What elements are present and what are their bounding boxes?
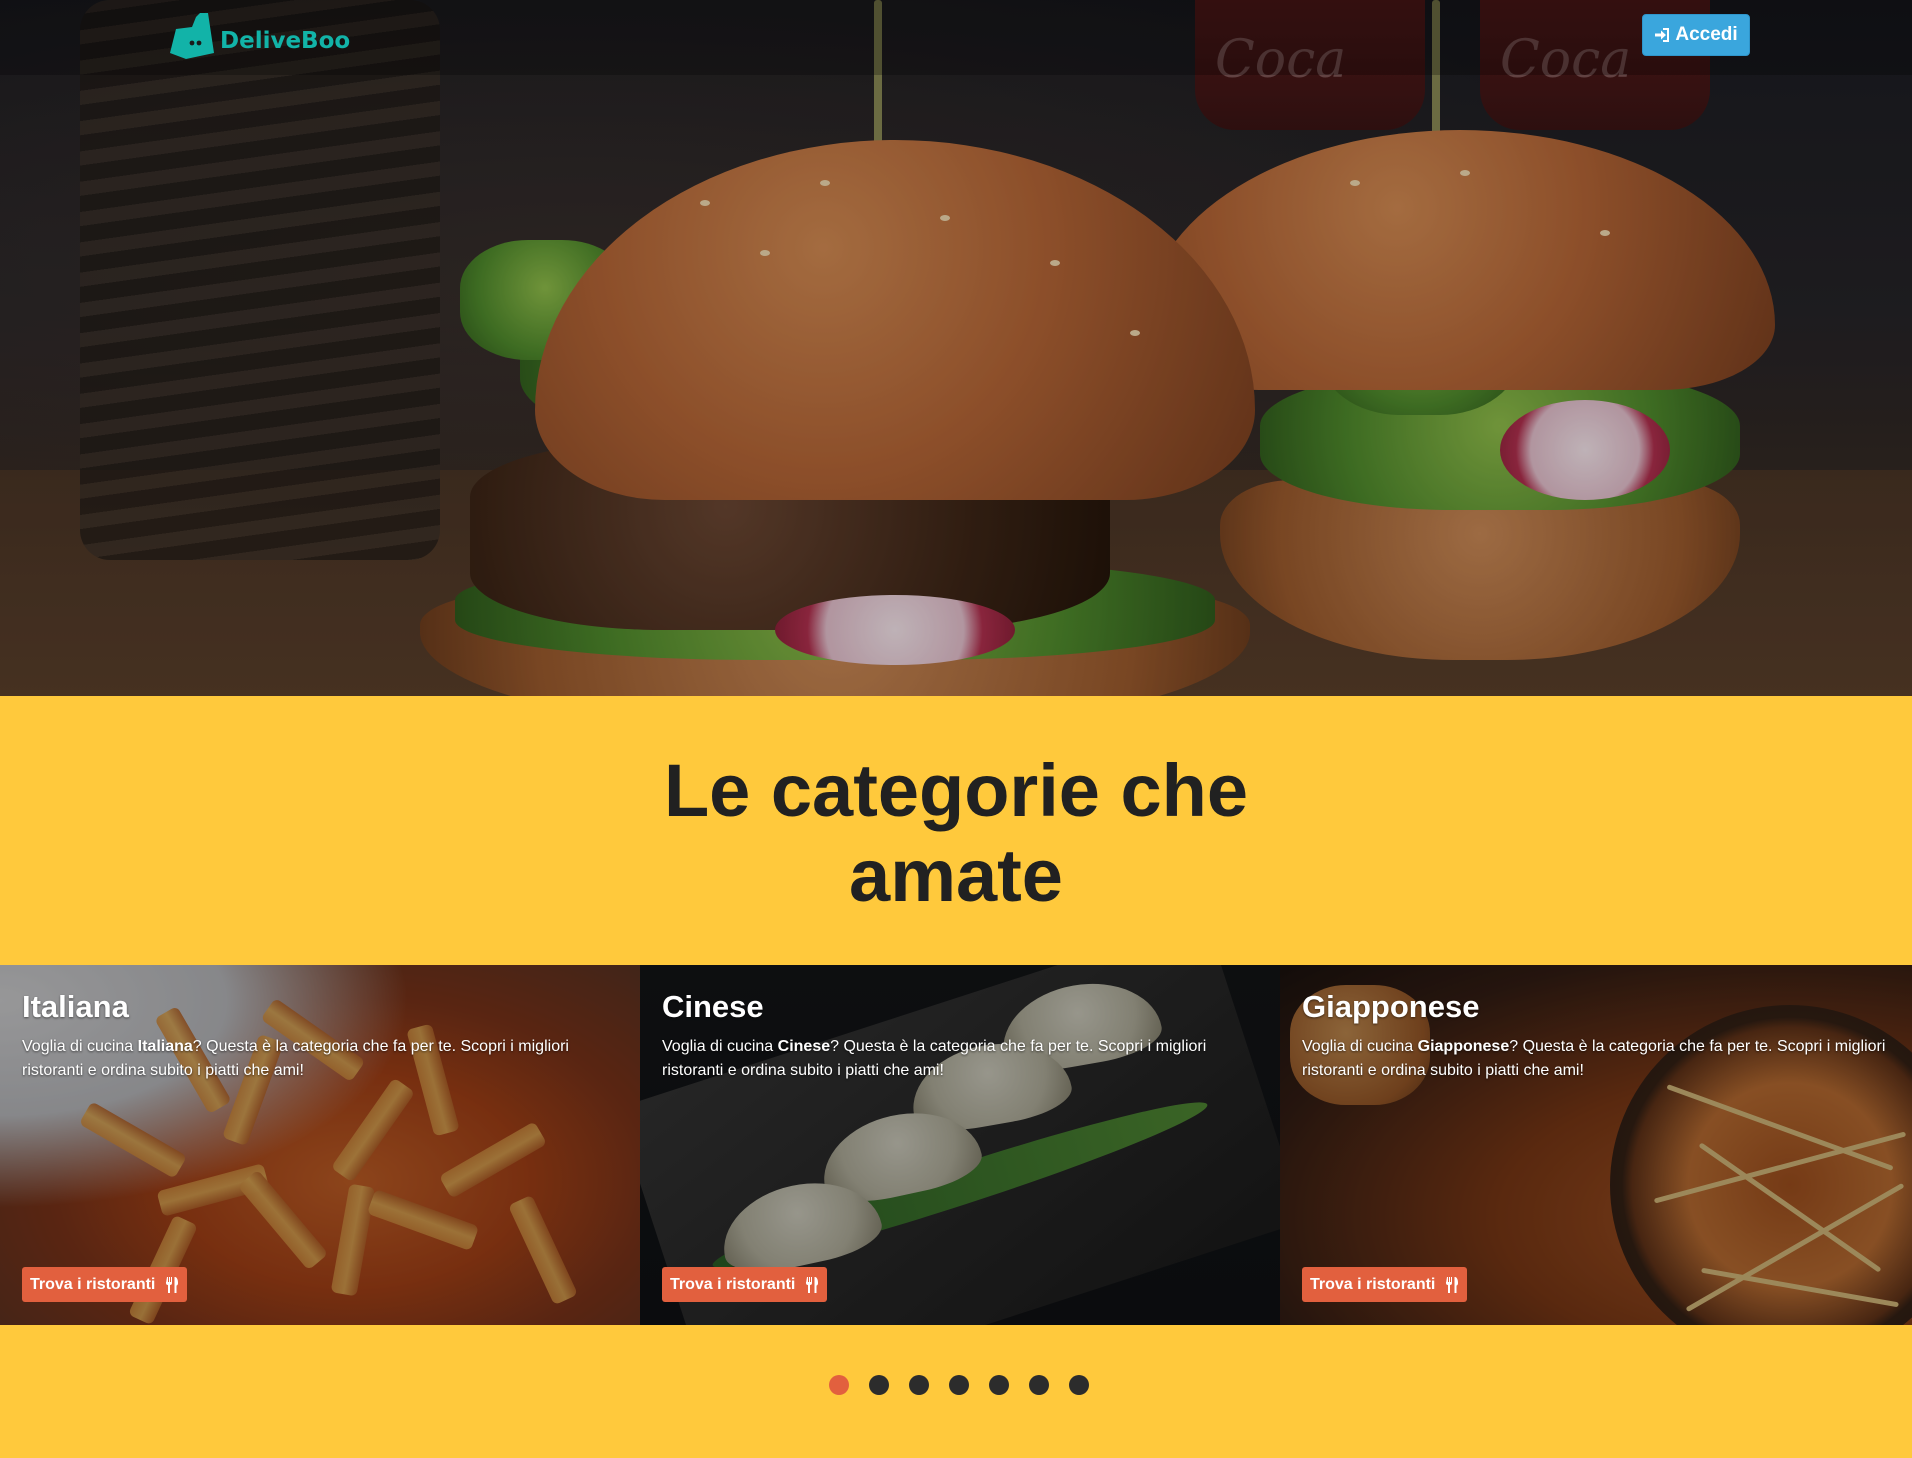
category-card-cinese[interactable]: Cinese Voglia di cucina Cinese? Questa è… bbox=[640, 965, 1280, 1325]
categories-title: Le categorie che amate bbox=[556, 748, 1356, 918]
category-cards: Italiana Voglia di cucina Italiana? Ques… bbox=[0, 965, 1912, 1325]
card-title: Italiana bbox=[22, 989, 129, 1024]
utensils-icon bbox=[165, 1276, 179, 1293]
category-card-giapponese[interactable]: Giapponese Voglia di cucina Giapponese? … bbox=[1280, 965, 1912, 1325]
carousel-dot[interactable] bbox=[1069, 1375, 1089, 1395]
utensils-icon bbox=[805, 1276, 819, 1293]
card-content: Italiana Voglia di cucina Italiana? Ques… bbox=[22, 989, 620, 1083]
login-button[interactable]: Accedi bbox=[1642, 14, 1750, 56]
navbar: DeliveBoo Accedi bbox=[0, 0, 1912, 75]
card-description: Voglia di cucina Cinese? Questa è la cat… bbox=[662, 1038, 1207, 1079]
card-content: Giapponese Voglia di cucina Giapponese? … bbox=[1302, 989, 1892, 1083]
card-description: Voglia di cucina Giapponese? Questa è la… bbox=[1302, 1038, 1886, 1079]
hero-overlay bbox=[0, 0, 1912, 696]
category-card-italiana[interactable]: Italiana Voglia di cucina Italiana? Ques… bbox=[0, 965, 640, 1325]
logo[interactable]: DeliveBoo bbox=[170, 12, 350, 60]
sign-in-icon bbox=[1654, 27, 1670, 43]
logo-text: DeliveBoo bbox=[220, 28, 351, 54]
categories-title-line2: amate bbox=[849, 834, 1063, 917]
find-restaurants-label: Trova i ristoranti bbox=[670, 1275, 796, 1293]
utensils-icon bbox=[1445, 1276, 1459, 1293]
carousel-dot[interactable] bbox=[909, 1375, 929, 1395]
carousel-pagination bbox=[829, 1375, 1089, 1395]
find-restaurants-label: Trova i ristoranti bbox=[1310, 1275, 1436, 1293]
card-title: Giapponese bbox=[1302, 989, 1480, 1024]
find-restaurants-label: Trova i ristoranti bbox=[30, 1275, 156, 1293]
categories-title-line1: Le categorie che bbox=[663, 749, 1248, 832]
find-restaurants-button[interactable]: Trova i ristoranti bbox=[22, 1267, 188, 1302]
carousel-dot[interactable] bbox=[1029, 1375, 1049, 1395]
hero-banner: Coca Coca bbox=[0, 0, 1912, 696]
carousel-dot[interactable] bbox=[989, 1375, 1009, 1395]
login-label: Accedi bbox=[1675, 24, 1738, 45]
card-content: Cinese Voglia di cucina Cinese? Questa è… bbox=[662, 989, 1260, 1083]
find-restaurants-button[interactable]: Trova i ristoranti bbox=[1302, 1267, 1468, 1302]
kangaroo-logo-icon bbox=[170, 13, 214, 59]
find-restaurants-button[interactable]: Trova i ristoranti bbox=[662, 1267, 828, 1302]
card-description: Voglia di cucina Italiana? Questa è la c… bbox=[22, 1038, 569, 1079]
carousel-dot[interactable] bbox=[869, 1375, 889, 1395]
card-title: Cinese bbox=[662, 989, 764, 1024]
carousel-dot[interactable] bbox=[949, 1375, 969, 1395]
carousel-dot[interactable] bbox=[829, 1375, 849, 1395]
